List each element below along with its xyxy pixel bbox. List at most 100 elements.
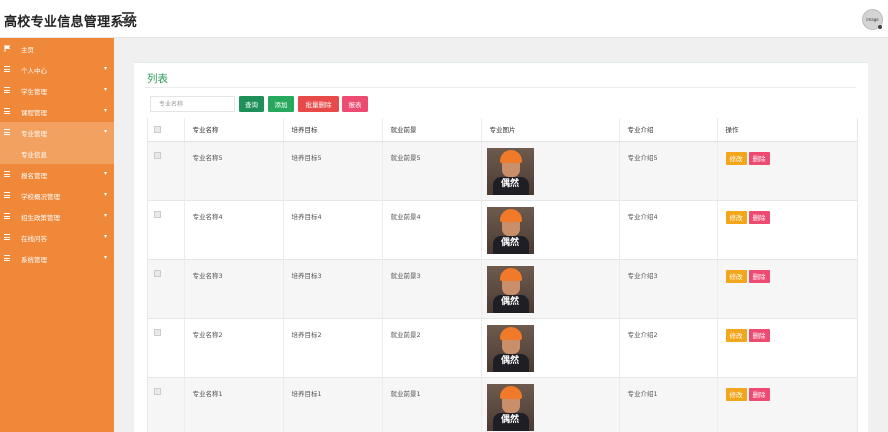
image-caption: 偶然 (500, 296, 519, 307)
edit-button[interactable]: 修改 (725, 210, 747, 224)
cell-actions: 修改 删除 (717, 377, 857, 432)
avatar-dropdown-indicator[interactable] (878, 25, 882, 29)
sidebar-item-label: 学生管理 (21, 87, 47, 96)
cell-intro: 专业介绍4 (619, 200, 718, 260)
grid-icon (4, 87, 10, 93)
report-button[interactable]: 报表 (342, 96, 368, 112)
sidebar-item-label: 个人中心 (21, 66, 47, 75)
column-header[interactable]: 培养目标 (283, 118, 383, 142)
sidebar-item-label: 主页 (21, 45, 34, 54)
row-checkbox[interactable] (154, 269, 161, 277)
cell-name: 专业名称5 (184, 141, 284, 201)
cell-prospect: 就业前景5 (382, 141, 482, 201)
data-table: 专业名称 培养目标 就业前景 专业图片 专业介绍 操作 专业名称5 培养目标5 就业… (147, 118, 858, 432)
sidebar-item[interactable]: 课程管理 ▾ (0, 101, 114, 122)
row-checkbox[interactable] (154, 387, 161, 395)
app-title: 高校专业信息管理系统 (4, 15, 138, 30)
major-image[interactable]: 偶然 (486, 324, 534, 372)
menu-toggle-icon[interactable] (122, 12, 134, 23)
image-caption: 偶然 (500, 237, 519, 248)
delete-button[interactable]: 删除 (748, 387, 770, 401)
cell-name: 专业名称4 (184, 200, 284, 260)
sidebar: 主页 个人中心 ▾ 学生管理 ▾ 课程管理 ▾ 专业管理 ▾ 专业信息 报名管理 ▾ 学校概况管理 ▾ 招生… (0, 38, 114, 432)
cell-actions: 修改 删除 (717, 141, 857, 201)
search-button[interactable]: 查询 (239, 96, 264, 112)
major-image[interactable]: 偶然 (486, 206, 534, 254)
row-checkbox[interactable] (154, 151, 161, 159)
cell-name: 专业名称3 (184, 259, 284, 319)
sidebar-item[interactable]: 报名管理 ▾ (0, 164, 114, 185)
page-title: 列表 (147, 73, 168, 85)
image-caption: 偶然 (500, 178, 519, 189)
row-select-cell (148, 141, 185, 201)
delete-button[interactable]: 删除 (748, 328, 770, 342)
grid-icon (4, 255, 10, 261)
chevron-down-icon: ▾ (104, 107, 108, 114)
cell-name: 专业名称1 (184, 377, 284, 432)
sidebar-item-label: 招生政策管理 (21, 213, 60, 222)
chevron-down-icon: ▾ (104, 128, 108, 135)
delete-button[interactable]: 删除 (748, 269, 770, 283)
sidebar-item[interactable]: 系统管理 ▾ (0, 248, 114, 269)
sidebar-item[interactable]: 专业管理 ▾ (0, 122, 114, 143)
title-divider (145, 87, 856, 88)
cell-intro: 专业介绍3 (619, 259, 718, 319)
sidebar-subitem[interactable]: 专业信息 (0, 143, 114, 164)
row-checkbox[interactable] (154, 328, 161, 336)
cell-prospect: 就业前景2 (382, 318, 482, 378)
column-header[interactable]: 专业名称 (184, 118, 284, 142)
edit-button[interactable]: 修改 (725, 387, 747, 401)
cell-image: 偶然 (481, 318, 620, 378)
major-image[interactable]: 偶然 (486, 383, 534, 431)
table-row: 专业名称3 培养目标3 就业前景3 偶然 专业介绍3 修改 删除 (148, 259, 857, 319)
table-row: 专业名称1 培养目标1 就业前景1 偶然 专业介绍1 修改 删除 (148, 377, 857, 432)
cell-goal: 培养目标1 (283, 377, 383, 432)
major-image[interactable]: 偶然 (486, 265, 534, 313)
cell-prospect: 就业前景4 (382, 200, 482, 260)
edit-button[interactable]: 修改 (725, 269, 747, 283)
table-row: 专业名称5 培养目标5 就业前景5 偶然 专业介绍5 修改 删除 (148, 141, 857, 201)
select-all-checkbox[interactable] (154, 125, 161, 133)
column-header[interactable]: 专业图片 (481, 118, 620, 142)
cell-actions: 修改 删除 (717, 200, 857, 260)
edit-button[interactable]: 修改 (725, 151, 747, 165)
cell-actions: 修改 删除 (717, 259, 857, 319)
chevron-down-icon: ▾ (104, 170, 108, 177)
sidebar-item[interactable]: 学校概况管理 ▾ (0, 185, 114, 206)
grid-icon (4, 129, 10, 135)
sidebar-item-label: 报名管理 (21, 171, 47, 180)
row-select-cell (148, 377, 185, 432)
sidebar-item[interactable]: 主页 (0, 38, 114, 59)
cell-prospect: 就业前景3 (382, 259, 482, 319)
sidebar-item[interactable]: 在线问答 ▾ (0, 227, 114, 248)
edit-button[interactable]: 修改 (725, 328, 747, 342)
cell-intro: 专业介绍2 (619, 318, 718, 378)
cell-name: 专业名称2 (184, 318, 284, 378)
major-image[interactable]: 偶然 (486, 147, 534, 195)
sidebar-item[interactable]: 学生管理 ▾ (0, 80, 114, 101)
chevron-down-icon: ▾ (104, 191, 108, 198)
search-input[interactable] (150, 96, 235, 112)
sidebar-item[interactable]: 招生政策管理 ▾ (0, 206, 114, 227)
cell-goal: 培养目标3 (283, 259, 383, 319)
delete-button[interactable]: 删除 (748, 210, 770, 224)
grid-icon (4, 192, 10, 198)
column-header[interactable]: 专业介绍 (619, 118, 718, 142)
batch-delete-button[interactable]: 批量删除 (298, 96, 339, 112)
cell-image: 偶然 (481, 200, 620, 260)
row-checkbox[interactable] (154, 210, 161, 218)
chevron-down-icon: ▾ (104, 254, 108, 261)
add-button[interactable]: 添加 (268, 96, 294, 112)
select-all-cell (148, 118, 185, 142)
cell-intro: 专业介绍5 (619, 141, 718, 201)
cell-prospect: 就业前景1 (382, 377, 482, 432)
sidebar-item[interactable]: 个人中心 ▾ (0, 59, 114, 80)
chevron-down-icon: ▾ (104, 233, 108, 240)
flag-icon (4, 45, 11, 52)
column-header[interactable]: 就业前景 (382, 118, 482, 142)
grid-icon (4, 171, 10, 177)
chevron-down-icon: ▾ (104, 65, 108, 72)
delete-button[interactable]: 删除 (748, 151, 770, 165)
sidebar-item-label: 在线问答 (21, 234, 47, 243)
row-select-cell (148, 200, 185, 260)
